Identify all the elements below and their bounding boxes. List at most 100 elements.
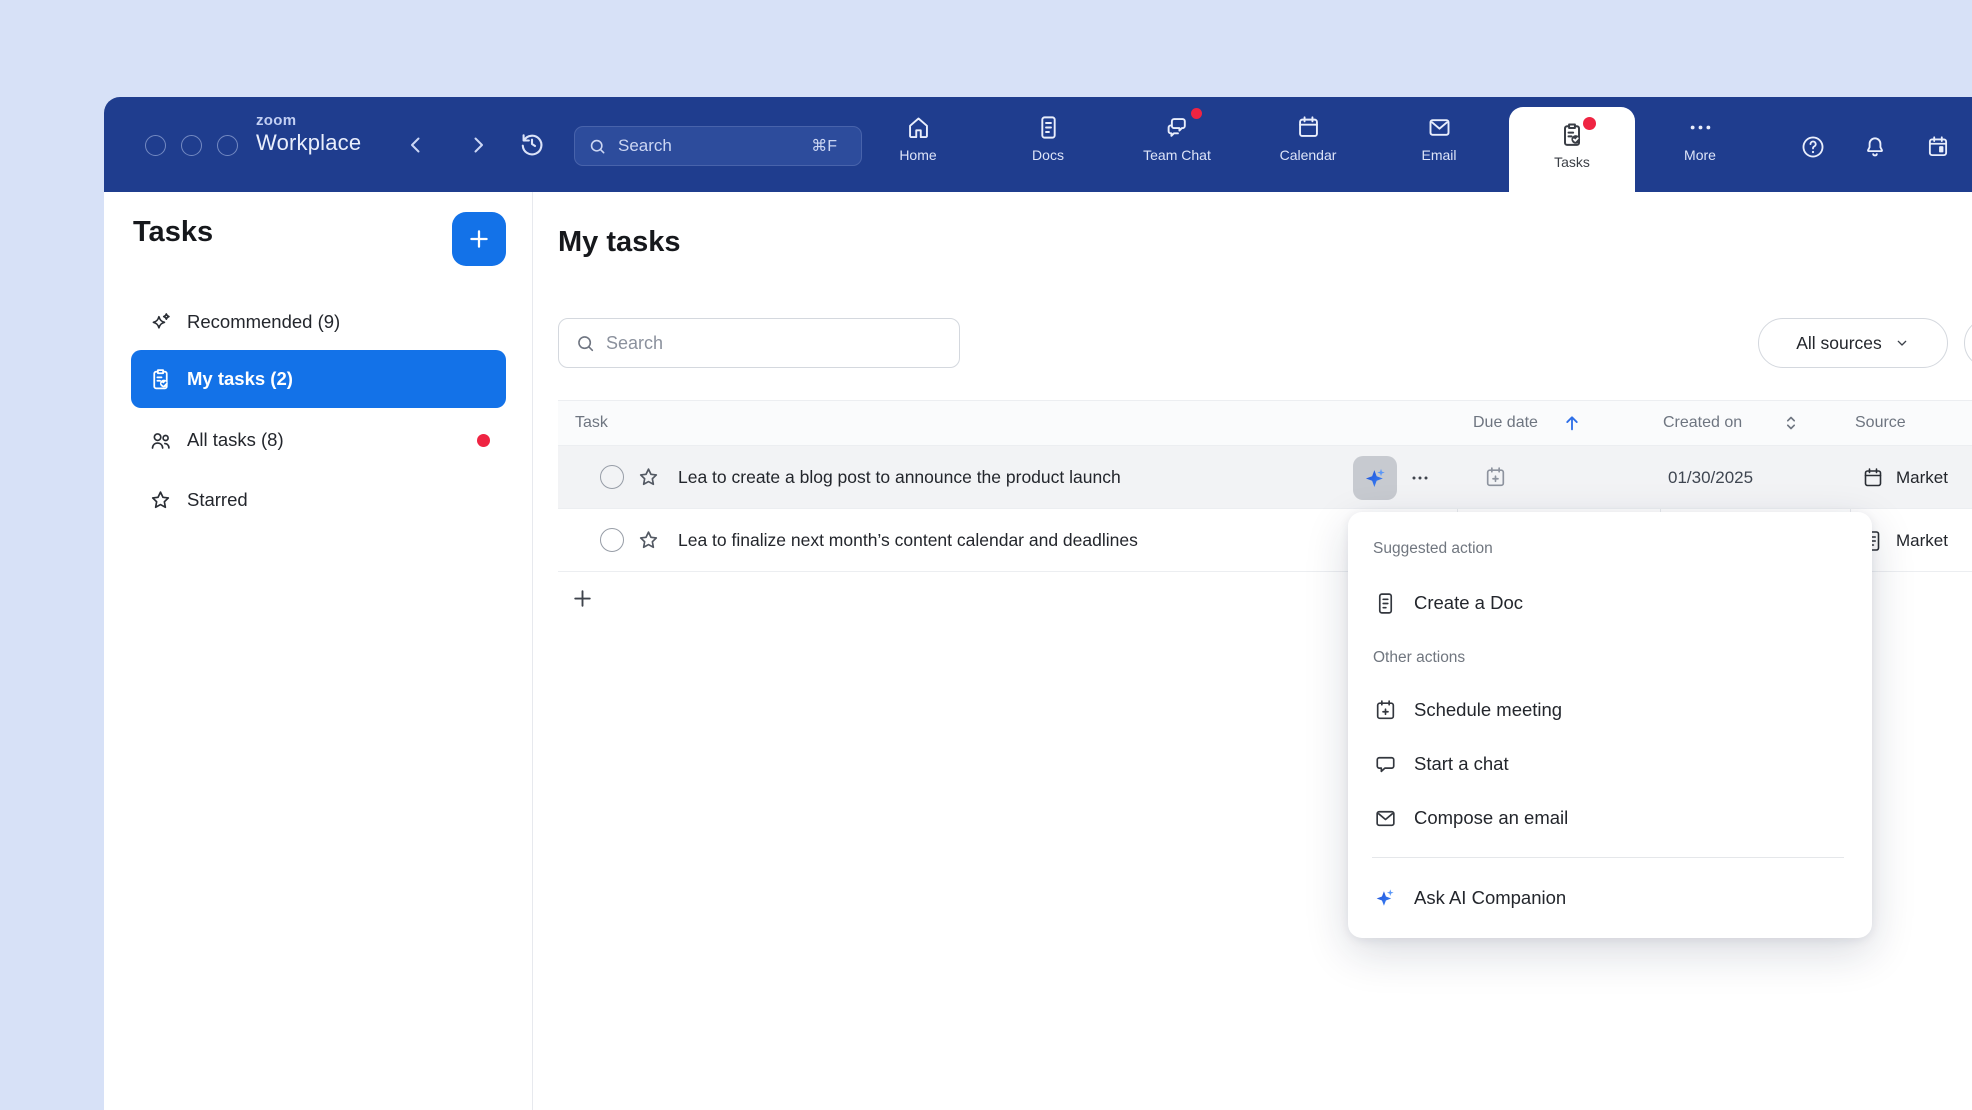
all-tasks-badge (477, 434, 490, 447)
task-title[interactable]: Lea to finalize next month’s content cal… (678, 509, 1138, 572)
task-actions-menu: Suggested action Create a Doc Other acti… (1348, 512, 1872, 938)
sources-filter-label: All sources (1796, 333, 1882, 354)
menu-item-compose-email[interactable]: Compose an email (1348, 791, 1872, 845)
ai-sparkle-icon (1362, 465, 1389, 492)
sidebar-item-my-tasks[interactable]: My tasks (2) (131, 350, 506, 408)
tab-more[interactable]: More (1645, 112, 1755, 163)
tab-team-chat[interactable]: Team Chat (1122, 112, 1232, 163)
calendar-icon (1253, 112, 1363, 142)
tab-home[interactable]: Home (863, 112, 973, 163)
task-title[interactable]: Lea to create a blog post to announce th… (678, 446, 1121, 509)
task-search-box[interactable] (558, 318, 960, 368)
clipped-filter-button[interactable] (1964, 318, 1972, 368)
tab-home-label: Home (863, 147, 973, 163)
table-header: Task Due date Created on Source (558, 400, 1972, 446)
menu-item-label: Schedule meeting (1414, 699, 1562, 721)
tab-email[interactable]: Email (1384, 112, 1494, 163)
add-task-button[interactable] (452, 212, 506, 266)
ai-sparkle-icon (1373, 886, 1398, 911)
sidebar-item-all-tasks[interactable]: All tasks (8) (131, 416, 506, 464)
traffic-light-icon[interactable] (217, 135, 238, 156)
traffic-light-icon[interactable] (145, 135, 166, 156)
sort-both-icon[interactable] (1780, 412, 1802, 434)
sidebar-item-label: All tasks (8) (187, 429, 284, 451)
star-icon[interactable] (636, 528, 661, 553)
page-title: My tasks (558, 226, 681, 259)
home-icon (863, 112, 973, 142)
tab-tasks-active[interactable]: Tasks (1509, 107, 1635, 192)
column-header-task[interactable]: Task (575, 414, 608, 432)
menu-section-suggested: Suggested action (1373, 540, 1493, 558)
tab-docs[interactable]: Docs (993, 112, 1103, 163)
tasks-sidebar: Tasks Recommended (9) My tasks (2) (104, 192, 533, 1110)
column-header-due-date[interactable]: Due date (1473, 414, 1538, 432)
add-due-date-icon[interactable] (1483, 465, 1508, 490)
top-bar: zoom Workplace Search ⌘F Home (104, 97, 1972, 192)
logo-zoom-text: zoom (256, 113, 361, 128)
task-source: Market (1896, 509, 1948, 572)
menu-divider (1372, 857, 1844, 858)
back-arrow-icon[interactable] (404, 133, 428, 157)
tab-calendar-label: Calendar (1253, 147, 1363, 163)
chat-bubble-icon (1373, 752, 1398, 777)
sidebar-item-label: My tasks (2) (187, 368, 293, 390)
doc-icon (1373, 591, 1398, 616)
tab-email-label: Email (1384, 147, 1494, 163)
menu-item-schedule-meeting[interactable]: Schedule meeting (1348, 683, 1872, 737)
row-more-actions-icon[interactable] (1408, 446, 1432, 509)
tab-team-chat-label: Team Chat (1122, 147, 1232, 163)
sort-ascending-icon[interactable] (1561, 412, 1583, 434)
ai-companion-button[interactable] (1353, 456, 1397, 500)
calendar-plus-icon (1373, 698, 1398, 723)
sidebar-title: Tasks (133, 216, 213, 249)
global-search-input[interactable]: Search ⌘F (574, 126, 862, 166)
chevron-down-icon (1894, 335, 1910, 351)
column-header-source[interactable]: Source (1855, 414, 1906, 432)
menu-item-label: Compose an email (1414, 807, 1568, 829)
sidebar-item-recommended[interactable]: Recommended (9) (131, 298, 506, 346)
menu-item-ask-ai-companion[interactable]: Ask AI Companion (1348, 871, 1872, 925)
menu-item-create-doc[interactable]: Create a Doc (1348, 576, 1872, 630)
help-icon[interactable] (1800, 134, 1826, 160)
docs-icon (993, 112, 1103, 142)
menu-item-start-chat[interactable]: Start a chat (1348, 737, 1872, 791)
people-icon (148, 428, 173, 453)
column-header-created-on[interactable]: Created on (1663, 414, 1742, 432)
notifications-bell-icon[interactable] (1862, 134, 1888, 160)
search-shortcut: ⌘F (811, 136, 837, 156)
history-icon[interactable] (518, 130, 546, 158)
tab-more-label: More (1645, 147, 1755, 163)
logo-workplace-text: Workplace (256, 132, 361, 154)
star-icon[interactable] (636, 465, 661, 490)
sources-filter-dropdown[interactable]: All sources (1758, 318, 1948, 368)
tasks-clipboard-icon (1509, 119, 1635, 151)
email-icon (1384, 112, 1494, 142)
tasks-badge (1583, 117, 1596, 130)
global-search-placeholder: Search (618, 136, 811, 156)
team-chat-badge (1191, 108, 1202, 119)
forward-arrow-icon[interactable] (466, 133, 490, 157)
table-row[interactable]: Lea to create a blog post to announce th… (558, 446, 1972, 509)
traffic-light-icon[interactable] (181, 135, 202, 156)
tab-calendar[interactable]: Calendar (1253, 112, 1363, 163)
team-chat-icon (1122, 112, 1232, 142)
search-icon (588, 137, 607, 156)
sidebar-item-label: Recommended (9) (187, 311, 340, 333)
sparkle-icon (148, 310, 173, 335)
star-icon (148, 488, 173, 513)
menu-section-other: Other actions (1373, 649, 1465, 667)
tab-tasks-label: Tasks (1509, 154, 1635, 170)
plus-icon (570, 586, 595, 611)
menu-item-label: Create a Doc (1414, 592, 1523, 614)
task-complete-checkbox[interactable] (600, 465, 624, 489)
task-complete-checkbox[interactable] (600, 528, 624, 552)
zoom-workplace-logo: zoom Workplace (256, 113, 361, 154)
tab-docs-label: Docs (993, 147, 1103, 163)
clipboard-check-icon (148, 367, 173, 392)
sidebar-item-starred[interactable]: Starred (131, 476, 506, 524)
search-icon (575, 333, 596, 354)
sidebar-item-label: Starred (187, 489, 248, 511)
menu-item-label: Start a chat (1414, 753, 1509, 775)
task-search-input[interactable] (606, 333, 959, 354)
schedule-panel-icon[interactable] (1925, 134, 1951, 160)
